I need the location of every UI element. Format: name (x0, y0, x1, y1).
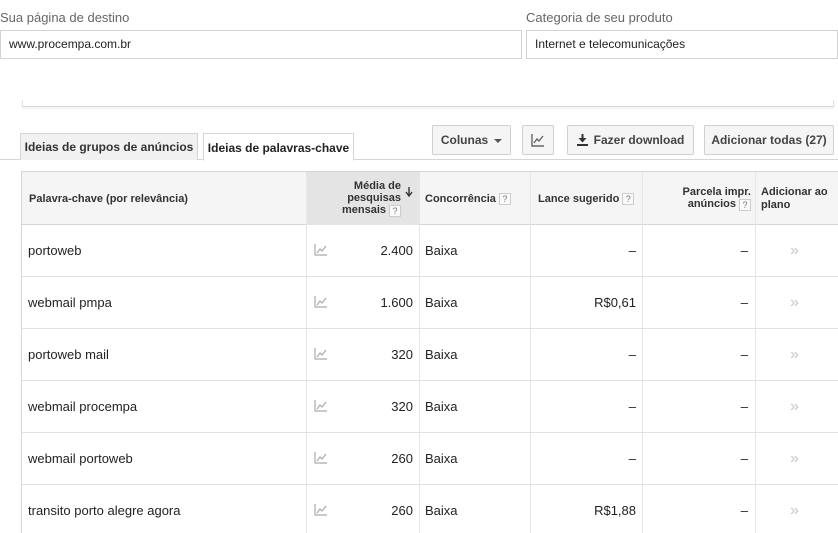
product-category-value: Internet e telecomunicações (535, 37, 686, 51)
header-suggested-bid[interactable]: Lance sugerido? (538, 172, 648, 225)
help-icon[interactable]: ? (622, 192, 635, 205)
impression-share-cell: – (740, 243, 748, 258)
header-competition[interactable]: Concorrência? (425, 172, 530, 225)
table-row: webmail procempa 320 Baixa – – » (22, 381, 838, 433)
chevron-down-icon (494, 138, 503, 143)
trend-chart-icon[interactable] (314, 296, 328, 308)
landing-page-label: Sua página de destino (0, 10, 130, 25)
keyword-cell[interactable]: webmail portoweb (28, 433, 133, 484)
searches-cell: 260 (391, 503, 413, 518)
download-button[interactable]: Fazer download (567, 125, 694, 155)
keyword-cell[interactable]: transito porto alegre agora (28, 485, 180, 533)
header-competition-label: Concorrência (425, 192, 496, 205)
competition-cell: Baixa (425, 399, 458, 414)
header-avg-searches-line1: Média de (353, 180, 401, 193)
tab-keyword-ideas[interactable]: Ideias de palavras-chave (203, 133, 354, 161)
columns-label: Colunas (440, 133, 489, 147)
download-icon (576, 134, 588, 146)
impression-share-cell: – (740, 295, 748, 310)
table-row: webmail portoweb 260 Baixa – – » (22, 433, 838, 485)
competition-cell: Baixa (425, 347, 458, 362)
add-to-plan-icon[interactable]: » (790, 225, 799, 276)
header-impr-share-line1: Parcela impr. (682, 186, 752, 199)
keyword-cell[interactable]: webmail procempa (28, 381, 137, 432)
trend-chart-icon[interactable] (314, 452, 328, 464)
searches-cell: 320 (391, 399, 413, 414)
header-avg-searches[interactable]: Média de pesquisas mensais? (307, 172, 419, 225)
bid-cell: – (628, 451, 636, 466)
add-all-label: Adicionar todas (27) (711, 133, 827, 147)
header-avg-searches-line3: mensais (341, 204, 386, 217)
help-icon[interactable]: ? (389, 204, 401, 217)
impression-share-cell: – (740, 347, 748, 362)
table-row: portoweb mail 320 Baixa – – » (22, 329, 838, 381)
competition-cell: Baixa (425, 503, 458, 518)
impression-share-cell: – (740, 399, 748, 414)
searches-cell: 320 (391, 347, 413, 362)
competition-cell: Baixa (425, 243, 458, 258)
keyword-cell[interactable]: portoweb (28, 225, 81, 276)
impression-share-cell: – (740, 451, 748, 466)
table-row: portoweb 2.400 Baixa – – » (22, 225, 838, 277)
bid-cell: R$1,88 (594, 503, 636, 518)
trend-chart-icon[interactable] (314, 504, 328, 516)
bid-cell: – (628, 243, 636, 258)
add-to-plan-icon[interactable]: » (790, 277, 799, 328)
keyword-cell[interactable]: portoweb mail (28, 329, 109, 380)
download-label: Fazer download (593, 133, 685, 147)
bid-cell: – (628, 399, 636, 414)
product-category-field[interactable]: Internet e telecomunicações (526, 30, 838, 59)
sort-descending-icon (405, 186, 413, 197)
competition-cell: Baixa (425, 295, 458, 310)
header-impression-share[interactable]: Parcela impr. anúncios? (647, 172, 751, 225)
keyword-cell[interactable]: webmail pmpa (28, 277, 112, 328)
searches-cell: 2.400 (380, 243, 413, 258)
table-row: webmail pmpa 1.600 Baixa R$0,61 – » (22, 277, 838, 329)
impression-share-cell: – (740, 503, 748, 518)
landing-page-field[interactable] (0, 30, 522, 59)
product-category-label: Categoria de seu produto (526, 10, 673, 25)
trend-chart-icon[interactable] (314, 400, 328, 412)
columns-button[interactable]: Colunas (432, 125, 511, 155)
header-keyword-label: Palavra-chave (por relevância) (29, 192, 188, 205)
section-divider (22, 100, 834, 107)
add-all-button[interactable]: Adicionar todas (27) (704, 125, 834, 155)
keyword-ideas-table: Palavra-chave (por relevância) Média de … (21, 171, 838, 533)
competition-cell: Baixa (425, 451, 458, 466)
bid-cell: R$0,61 (594, 295, 636, 310)
add-to-plan-icon[interactable]: » (790, 433, 799, 484)
tab-ad-group-ideas[interactable]: Ideias de grupos de anúncios (20, 133, 198, 160)
header-avg-searches-line2: pesquisas (347, 192, 401, 205)
trend-chart-icon[interactable] (314, 244, 328, 256)
help-icon[interactable]: ? (498, 192, 511, 205)
chart-toggle-button[interactable] (522, 125, 554, 155)
header-keyword[interactable]: Palavra-chave (por relevância) (29, 172, 299, 225)
header-suggested-bid-label: Lance sugerido (538, 192, 620, 205)
header-impr-share-line2: anúncios (687, 198, 736, 211)
table-header: Palavra-chave (por relevância) Média de … (22, 172, 838, 225)
add-to-plan-icon[interactable]: » (790, 329, 799, 380)
searches-cell: 260 (391, 451, 413, 466)
help-icon[interactable]: ? (739, 198, 751, 211)
header-add-to-plan-line1: Adicionar ao (761, 185, 828, 198)
chart-icon (531, 134, 544, 147)
header-add-to-plan-line2: plano (761, 198, 791, 211)
landing-page-input[interactable] (9, 31, 521, 58)
bid-cell: – (628, 347, 636, 362)
table-row: transito porto alegre agora 260 Baixa R$1,8… (22, 485, 838, 533)
trend-chart-icon[interactable] (314, 348, 328, 360)
add-to-plan-icon[interactable]: » (790, 381, 799, 432)
header-add-to-plan: Adicionar ao plano (761, 172, 838, 225)
add-to-plan-icon[interactable]: » (790, 485, 799, 533)
searches-cell: 1.600 (380, 295, 413, 310)
